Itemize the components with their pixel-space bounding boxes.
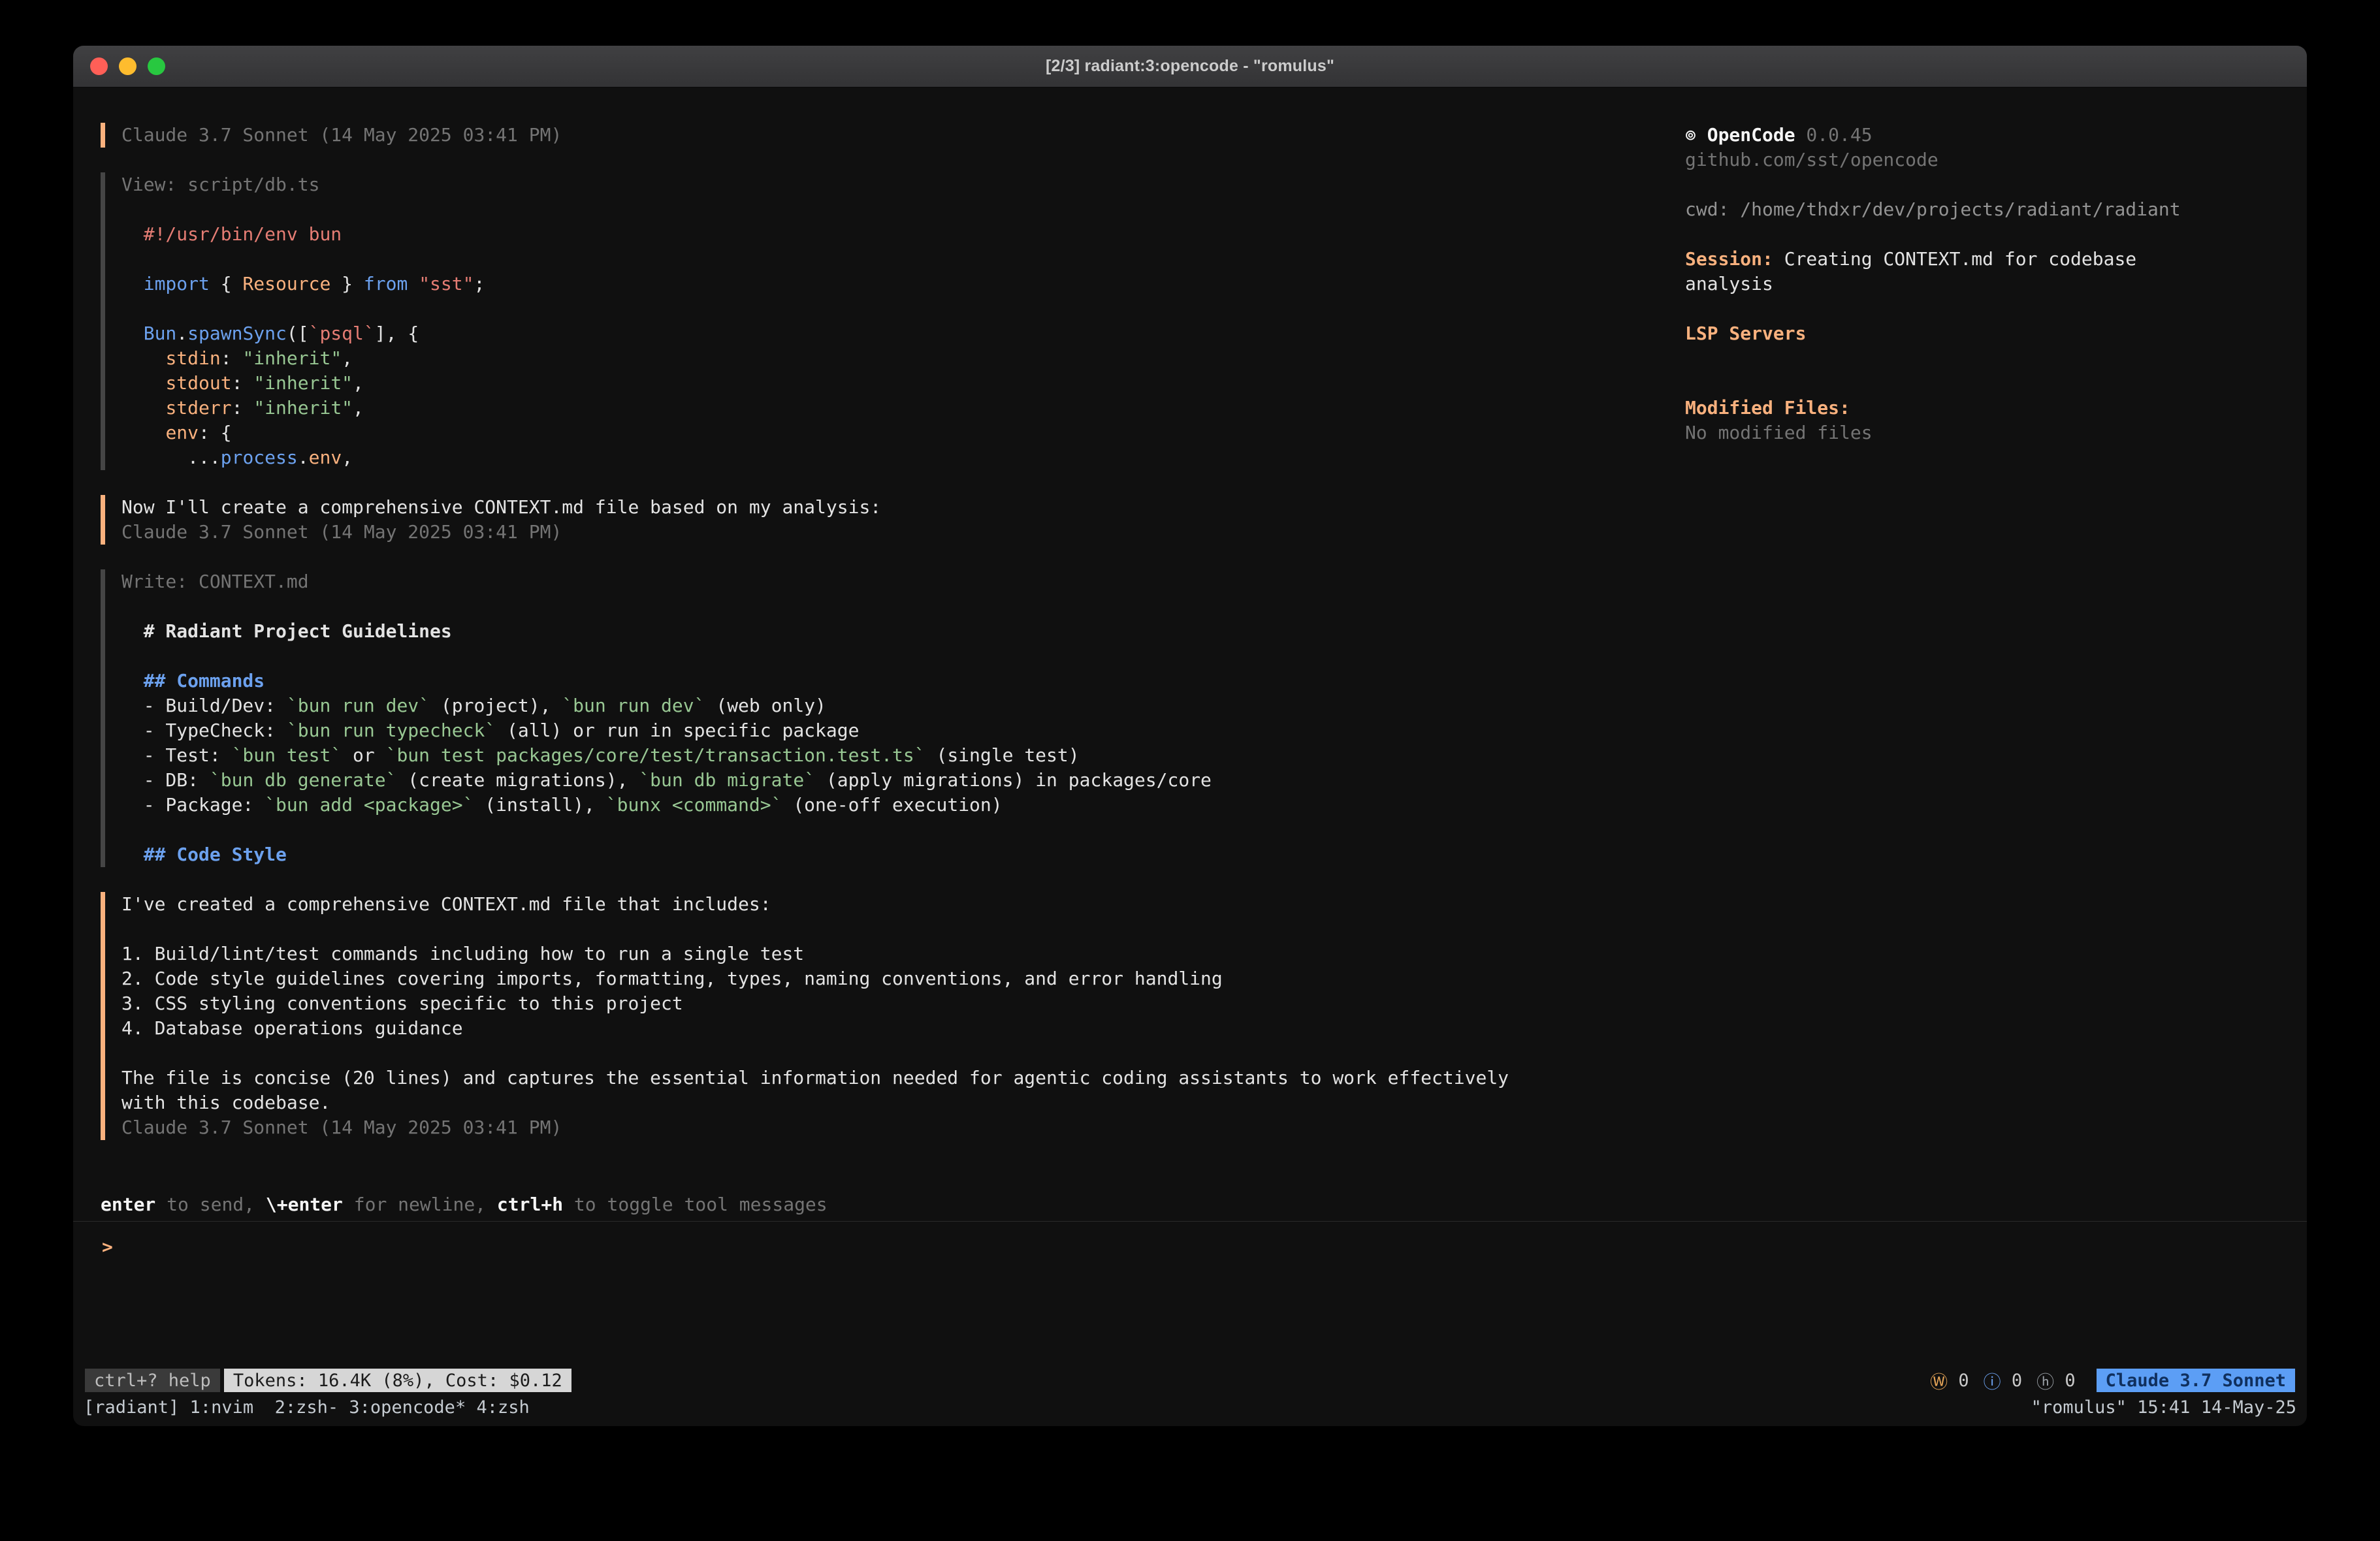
text-line: Write: CONTEXT.md [121, 569, 1532, 594]
prompt-symbol: > [102, 1236, 113, 1258]
terminal-content: Claude 3.7 Sonnet (14 May 2025 03:41 PM)… [73, 87, 2307, 1192]
warnings-icon: Ⓦ [1930, 1368, 1948, 1393]
text-line [1685, 172, 2210, 197]
text-line: env: { [121, 421, 1532, 445]
text-line [121, 197, 1532, 222]
text-line: Claude 3.7 Sonnet (14 May 2025 03:41 PM) [121, 123, 1532, 148]
text-line [1685, 222, 2210, 247]
info-count: 0 [2001, 1371, 2023, 1391]
close-button[interactable] [90, 57, 108, 75]
text-line [1685, 371, 2210, 396]
hints-count: 0 [2054, 1371, 2076, 1391]
tool-write-block: Write: CONTEXT.md # Radiant Project Guid… [101, 569, 1685, 867]
text-line: I've created a comprehensive CONTEXT.md … [121, 892, 1532, 917]
diagnostic-info: ⓘ 0 [1984, 1368, 2023, 1393]
help-chip: ctrl+? help [85, 1369, 220, 1392]
text-line: import { Resource } from "sst"; [121, 272, 1532, 296]
tool-view-block: View: script/db.ts #!/usr/bin/env bun im… [101, 172, 1685, 470]
text-line: ## Code Style [121, 842, 1532, 867]
text-line: cwd: /home/thdxr/dev/projects/radiant/ra… [1685, 197, 2210, 222]
text-line: - Test: `bun test` or `bun test packages… [121, 743, 1532, 768]
zoom-button[interactable] [148, 57, 165, 75]
tmux-host-clock: "romulus" 15:41 14-May-25 [2031, 1397, 2296, 1418]
text-line: ⊚ OpenCode 0.0.45 [1685, 123, 2210, 148]
text-line: # Radiant Project Guidelines [121, 619, 1532, 644]
text-line: Modified Files: [1685, 396, 2210, 421]
text-line [121, 1041, 1532, 1066]
diagnostic-hints: ⓗ 0 [2036, 1368, 2076, 1393]
text-line [121, 296, 1532, 321]
tokens-cost-chip: Tokens: 16.4K (8%), Cost: $0.12 [224, 1369, 571, 1392]
text-line: ## Commands [121, 669, 1532, 693]
status-bar: ctrl+? help Tokens: 16.4K (8%), Cost: $0… [73, 1365, 2307, 1396]
terminal-window: [2/3] radiant:3:opencode - "romulus" Cla… [73, 46, 2307, 1426]
text-line [1685, 296, 2210, 321]
chat-messages: Claude 3.7 Sonnet (14 May 2025 03:41 PM)… [73, 87, 1685, 1192]
text-line [121, 818, 1532, 842]
tmux-window-list[interactable]: [radiant] 1:nvim 2:zsh- 3:opencode* 4:zs… [84, 1397, 530, 1418]
text-line [121, 917, 1532, 942]
traffic-lights [90, 46, 165, 87]
text-line: - TypeCheck: `bun run typecheck` (all) o… [121, 718, 1532, 743]
diagnostics: Ⓦ 0ⓘ 0ⓗ 0 [1930, 1368, 2076, 1393]
hints-icon: ⓗ [2036, 1368, 2054, 1393]
text-line: 1. Build/lint/test commands including ho… [121, 942, 1532, 966]
text-line: 3. CSS styling conventions specific to t… [121, 991, 1532, 1016]
info-icon: ⓘ [1984, 1368, 2001, 1393]
text-line: Claude 3.7 Sonnet (14 May 2025 03:41 PM) [121, 520, 1532, 545]
text-line: #!/usr/bin/env bun [121, 222, 1532, 247]
text-line [121, 594, 1532, 619]
text-line: 2. Code style guidelines covering import… [121, 966, 1532, 991]
assistant-message-block: Now I'll create a comprehensive CONTEXT.… [101, 495, 1685, 545]
text-line: stdout: "inherit", [121, 371, 1532, 396]
text-line: stderr: "inherit", [121, 396, 1532, 421]
warnings-count: 0 [1948, 1371, 1969, 1391]
assistant-meta-block: Claude 3.7 Sonnet (14 May 2025 03:41 PM) [101, 123, 1685, 148]
text-line: stdin: "inherit", [121, 346, 1532, 371]
session-sidebar: ⊚ OpenCode 0.0.45github.com/sst/opencode… [1685, 87, 2307, 1192]
text-line: github.com/sst/opencode [1685, 148, 2210, 172]
text-line: Bun.spawnSync([`psql`], { [121, 321, 1532, 346]
text-line: Claude 3.7 Sonnet (14 May 2025 03:41 PM) [121, 1115, 1532, 1140]
text-line [121, 247, 1532, 272]
titlebar: [2/3] radiant:3:opencode - "romulus" [73, 46, 2307, 87]
model-chip: Claude 3.7 Sonnet [2097, 1369, 2295, 1392]
text-line [1685, 346, 2210, 371]
text-line: No modified files [1685, 421, 2210, 445]
text-line: View: script/db.ts [121, 172, 1532, 197]
text-line: LSP Servers [1685, 321, 2210, 346]
text-line: - Build/Dev: `bun run dev` (project), `b… [121, 693, 1532, 718]
text-line: - DB: `bun db generate` (create migratio… [121, 768, 1532, 793]
text-line: Session: Creating CONTEXT.md for codebas… [1685, 247, 2210, 296]
text-line: - Package: `bun add <package>` (install)… [121, 793, 1532, 818]
text-line: 4. Database operations guidance [121, 1016, 1532, 1041]
minimize-button[interactable] [119, 57, 137, 75]
assistant-summary-block: I've created a comprehensive CONTEXT.md … [101, 892, 1685, 1140]
prompt-area[interactable]: > [73, 1221, 2307, 1365]
text-line: ...process.env, [121, 445, 1532, 470]
window-title: [2/3] radiant:3:opencode - "romulus" [1046, 57, 1334, 76]
input-help: enter to send, \+enter for newline, ctrl… [73, 1192, 2307, 1221]
text-line: Now I'll create a comprehensive CONTEXT.… [121, 495, 1532, 520]
text-line: The file is concise (20 lines) and captu… [121, 1066, 1532, 1115]
tmux-status-bar: [radiant] 1:nvim 2:zsh- 3:opencode* 4:zs… [73, 1396, 2307, 1426]
text-line [121, 644, 1532, 669]
desktop: [2/3] radiant:3:opencode - "romulus" Cla… [0, 0, 2380, 1541]
diagnostic-warnings: Ⓦ 0 [1930, 1368, 1969, 1393]
